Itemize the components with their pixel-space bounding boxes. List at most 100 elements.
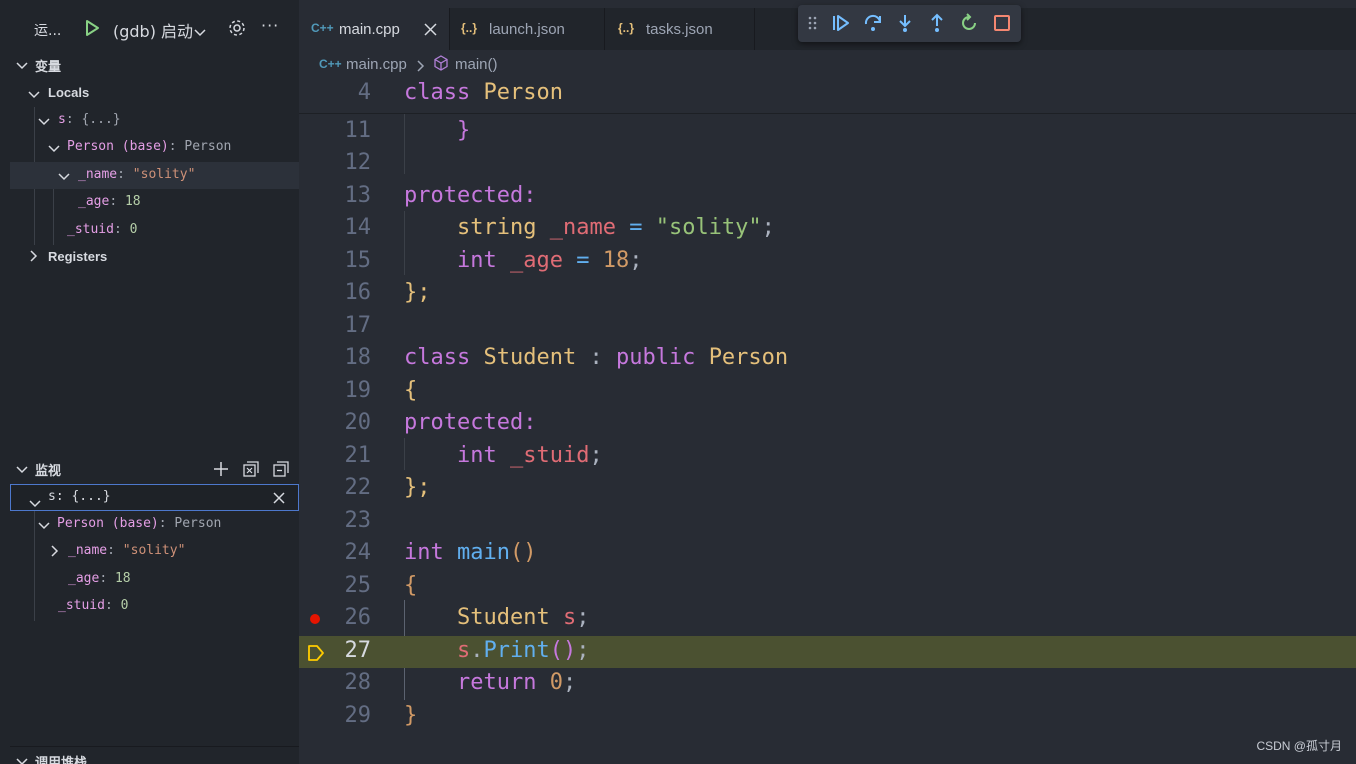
variable-value: "solity" xyxy=(132,167,196,182)
gear-icon[interactable] xyxy=(227,18,247,42)
variable-value: Person xyxy=(184,139,232,154)
remove-all-expressions-icon[interactable] xyxy=(242,460,260,482)
close-icon[interactable] xyxy=(272,490,286,509)
code-line-breakpoint[interactable]: 26 Student s; xyxy=(299,603,1356,635)
code-line[interactable]: 25 { xyxy=(299,571,1356,603)
code-editor[interactable]: 11 } 12 13 protected: 14 string _name = … xyxy=(299,78,1356,764)
debug-sidebar: 运... (gdb) 启动 ··· 变量 Locals s: {...} Per… xyxy=(10,0,299,764)
watch-expression-row[interactable]: s: {...} xyxy=(10,484,299,511)
variable-row[interactable]: Person (base): Person xyxy=(10,134,299,161)
variable-row[interactable]: s: {...} xyxy=(10,107,299,134)
code-line[interactable]: 20 protected: xyxy=(299,408,1356,440)
watch-row[interactable]: _stuid: 0 xyxy=(10,593,299,620)
restart-icon[interactable] xyxy=(959,13,979,33)
locals-scope[interactable]: Locals xyxy=(10,80,299,107)
code-line[interactable]: 24 int main() xyxy=(299,538,1356,570)
line-source: protected: xyxy=(404,183,537,208)
stop-icon[interactable] xyxy=(992,13,1012,33)
registers-label: Registers xyxy=(48,249,108,264)
step-out-icon[interactable] xyxy=(927,13,947,33)
code-line[interactable]: 13 protected: xyxy=(299,181,1356,213)
watch-row[interactable]: _name: "solity" xyxy=(10,538,299,565)
launch-config-select[interactable]: (gdb) 启动 xyxy=(113,18,193,42)
cpp-file-icon: C++ xyxy=(319,57,342,71)
chevron-right-icon xyxy=(51,545,59,561)
variable-row-selected[interactable]: _name: "solity" xyxy=(10,162,299,189)
code-line[interactable]: 15 int _age = 18; xyxy=(299,246,1356,278)
drag-handle-icon[interactable] xyxy=(807,13,819,33)
code-line[interactable]: 19 { xyxy=(299,376,1356,408)
line-number: 18 xyxy=(344,345,372,370)
code-line[interactable]: 18 class Student : public Person xyxy=(299,343,1356,375)
tab-label: main.cpp xyxy=(339,21,400,38)
debug-toolbar xyxy=(798,5,1021,42)
code-line[interactable]: 21 int _stuid; xyxy=(299,441,1356,473)
editor-area: C++ main.cpp {..} launch.json {..} tasks… xyxy=(299,0,1356,764)
step-over-icon[interactable] xyxy=(863,13,883,33)
watch-name: Person (base) xyxy=(57,516,159,531)
chevron-down-icon xyxy=(16,59,28,74)
breadcrumb-symbol[interactable]: main() xyxy=(455,56,498,73)
code-line[interactable]: 28 return 0; xyxy=(299,668,1356,700)
code-line[interactable]: 22 }; xyxy=(299,473,1356,505)
watch-expression-value: {...} xyxy=(71,489,111,504)
registers-scope[interactable]: Registers xyxy=(10,244,299,271)
code-line[interactable]: 17 xyxy=(299,311,1356,343)
variable-separator: : xyxy=(117,167,133,182)
line-number: 25 xyxy=(344,573,372,598)
add-expression-icon[interactable] xyxy=(212,460,230,482)
code-line-current[interactable]: 27 s.Print(); xyxy=(299,636,1356,668)
variable-name: Person (base) xyxy=(67,139,169,154)
code-line[interactable]: 11 } xyxy=(299,116,1356,148)
variable-row[interactable]: _stuid: 0 xyxy=(10,217,299,244)
watermark: CSDN @孤寸月 xyxy=(1256,739,1342,753)
variable-row[interactable]: _age: 18 xyxy=(10,189,299,216)
watch-row[interactable]: _age: 18 xyxy=(10,566,299,593)
callstack-section-header[interactable]: 调用堆栈 xyxy=(10,746,299,764)
line-source: protected: xyxy=(404,410,537,435)
line-source: class Person xyxy=(404,80,563,105)
watch-expression-separator: : xyxy=(55,489,72,504)
callstack-header-label: 调用堆栈 xyxy=(35,756,88,764)
line-number: 19 xyxy=(344,378,372,403)
line-number: 14 xyxy=(344,215,372,240)
sticky-scroll-line[interactable]: 4 class Person xyxy=(299,78,1356,114)
breadcrumb-file[interactable]: main.cpp xyxy=(346,56,407,73)
start-debugging-icon[interactable] xyxy=(84,19,100,41)
tab-label: launch.json xyxy=(489,21,565,38)
line-source: { xyxy=(404,573,418,598)
variable-name: _stuid xyxy=(67,222,114,237)
tab-launch-json[interactable]: {..} launch.json xyxy=(450,8,604,50)
line-source: { xyxy=(404,378,418,403)
collapse-all-icon[interactable] xyxy=(272,460,290,482)
code-line[interactable]: 12 xyxy=(299,148,1356,180)
close-icon[interactable] xyxy=(424,23,437,40)
step-into-icon[interactable] xyxy=(895,13,915,33)
line-source: class Student : public Person xyxy=(404,345,789,370)
variable-separator: : xyxy=(65,112,82,127)
code-line[interactable]: 14 string _name = "solity"; xyxy=(299,213,1356,245)
variables-section-header[interactable]: 变量 xyxy=(10,52,299,78)
line-number: 23 xyxy=(344,508,372,533)
tab-main-cpp[interactable]: C++ main.cpp xyxy=(299,8,449,50)
line-source: int _stuid; xyxy=(456,443,603,468)
watch-separator: : xyxy=(104,598,121,613)
chevron-down-icon xyxy=(29,493,41,512)
code-line[interactable]: 16 }; xyxy=(299,278,1356,310)
line-source: return 0; xyxy=(456,670,577,695)
watch-header-label: 监视 xyxy=(35,464,62,479)
more-actions-icon[interactable]: ··· xyxy=(261,16,279,35)
watch-row[interactable]: Person (base): Person xyxy=(10,511,299,538)
code-line[interactable]: 23 xyxy=(299,506,1356,538)
code-line[interactable]: 29 } xyxy=(299,701,1356,733)
chevron-down-icon[interactable] xyxy=(194,23,206,41)
line-source: int main() xyxy=(404,540,537,565)
watch-section-header[interactable]: 监视 xyxy=(10,456,299,482)
chevron-down-icon xyxy=(38,115,50,130)
variables-header-label: 变量 xyxy=(35,60,62,75)
line-number: 27 xyxy=(344,638,372,663)
line-source: s.Print(); xyxy=(456,638,590,663)
variable-separator: : xyxy=(113,222,130,237)
continue-icon[interactable] xyxy=(831,13,851,33)
tab-tasks-json[interactable]: {..} tasks.json xyxy=(605,8,754,50)
